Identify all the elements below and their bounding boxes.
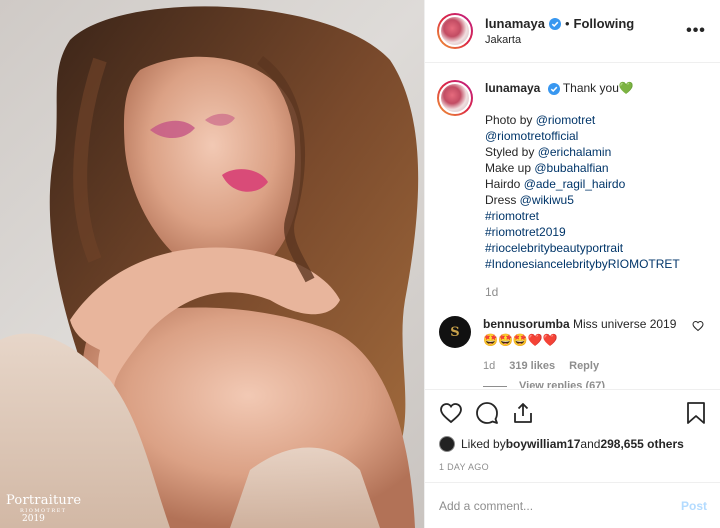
- comment-bubble-icon[interactable]: [475, 401, 499, 425]
- mention-link[interactable]: @bubahalfian: [534, 161, 608, 175]
- post-header: lunamaya • Following Jakarta •••: [425, 0, 720, 63]
- post-sidebar: lunamaya • Following Jakarta ••• lunamay…: [424, 0, 720, 528]
- green-heart-emoji: 💚: [618, 81, 634, 95]
- caption-line-prefix: Photo by: [485, 113, 536, 127]
- comments-list[interactable]: lunamaya Thank you💚 Photo by @riomotret @…: [425, 64, 720, 388]
- caption-credits: Photo by @riomotret @riomotretofficial Sty…: [485, 112, 705, 272]
- caption-line: @riomotretofficial: [485, 128, 705, 144]
- hashtag-link[interactable]: #IndonesiancelebritybyRIOMOTRET: [485, 257, 680, 271]
- caption-avatar[interactable]: [437, 80, 473, 116]
- comment-like-heart-icon[interactable]: [691, 320, 705, 332]
- commenter-avatar-logo: S: [450, 324, 460, 340]
- bookmark-icon[interactable]: [685, 401, 707, 425]
- caption-line: Hairdo @ade_ragil_hairdo: [485, 176, 705, 192]
- post-photo[interactable]: Portraiture RIOMOTRET 2019: [0, 0, 424, 528]
- liked-by-count[interactable]: 298,655 others: [600, 437, 683, 451]
- hashtag-link[interactable]: #riomotret: [485, 209, 539, 223]
- watermark-year: 2019: [22, 514, 45, 524]
- comment-reply-button[interactable]: Reply: [569, 360, 599, 372]
- verified-badge-icon: [548, 17, 561, 30]
- caption-line: #riomotret2019: [485, 224, 705, 240]
- likes-summary: Liked by boywilliam17 and 298,655 others: [439, 436, 707, 452]
- mention-link[interactable]: @erichalamin: [538, 145, 612, 159]
- photo-watermark: Portraiture RIOMOTRET 2019: [6, 493, 81, 524]
- share-icon[interactable]: [511, 401, 535, 425]
- mention-link[interactable]: @riomotret: [536, 113, 596, 127]
- caption-text: Thank you: [562, 81, 619, 95]
- caption-line-prefix: Hairdo: [485, 177, 524, 191]
- like-heart-icon[interactable]: [439, 401, 463, 425]
- caption: lunamaya Thank you💚 Photo by @riomotret @…: [437, 80, 705, 300]
- author-username[interactable]: lunamaya: [485, 16, 545, 31]
- caption-line: #riocelebritybeautyportrait: [485, 240, 705, 256]
- comment-meta: 1d 319 likes Reply: [483, 360, 705, 372]
- comment-timestamp[interactable]: 1d: [483, 360, 495, 372]
- following-button[interactable]: Following: [574, 16, 635, 31]
- caption-line: Styled by @erichalamin: [485, 144, 705, 160]
- post-actions: Liked by boywilliam17 and 298,655 others…: [425, 389, 720, 472]
- caption-line: Make up @bubahalfian: [485, 160, 705, 176]
- post-location[interactable]: Jakarta: [485, 34, 686, 46]
- comment-input[interactable]: [439, 498, 681, 513]
- portrait-image: [0, 6, 419, 528]
- watermark-title: Portraiture: [6, 493, 82, 508]
- liker-avatar[interactable]: [439, 436, 455, 452]
- add-comment-bar: Post: [425, 482, 720, 528]
- mention-link[interactable]: @riomotretofficial: [485, 129, 578, 143]
- caption-line: #IndonesiancelebritybyRIOMOTRET: [485, 256, 705, 272]
- author-avatar[interactable]: [437, 13, 473, 49]
- hashtag-link[interactable]: #riocelebritybeautyportrait: [485, 241, 623, 255]
- caption-line-prefix: Make up: [485, 161, 535, 175]
- view-replies-button[interactable]: View replies (67): [483, 380, 705, 388]
- separator-dot: •: [564, 16, 570, 31]
- hashtag-link[interactable]: #riomotret2019: [485, 225, 566, 239]
- verified-badge-icon: [547, 82, 560, 95]
- liked-by-prefix: Liked by: [461, 437, 506, 451]
- caption-username[interactable]: lunamaya: [485, 81, 540, 95]
- comment-likes[interactable]: 319 likes: [509, 360, 555, 372]
- liked-by-user[interactable]: boywilliam17: [506, 437, 581, 451]
- caption-timestamp[interactable]: 1d: [485, 284, 705, 300]
- liked-by-and: and: [580, 437, 601, 451]
- caption-line-prefix: Styled by: [485, 145, 538, 159]
- commenter-username[interactable]: bennusorumba: [483, 317, 570, 331]
- post-comment-button[interactable]: Post: [681, 499, 707, 513]
- mention-link[interactable]: @ade_ragil_hairdo: [524, 177, 626, 191]
- comment-item: S bennusorumba Miss universe 2019🤩🤩🤩❤️❤️: [437, 316, 705, 348]
- mention-link[interactable]: @wikiwu5: [520, 193, 574, 207]
- caption-line: #riomotret: [485, 208, 705, 224]
- post-timestamp[interactable]: 1 DAY AGO: [439, 462, 707, 472]
- caption-line: Dress @wikiwu5: [485, 192, 705, 208]
- commenter-avatar[interactable]: S: [439, 316, 471, 348]
- caption-line: Photo by @riomotret: [485, 112, 705, 128]
- caption-line-prefix: Dress: [485, 193, 520, 207]
- view-replies-label: View replies (67): [519, 380, 606, 388]
- more-options-icon[interactable]: •••: [686, 22, 706, 40]
